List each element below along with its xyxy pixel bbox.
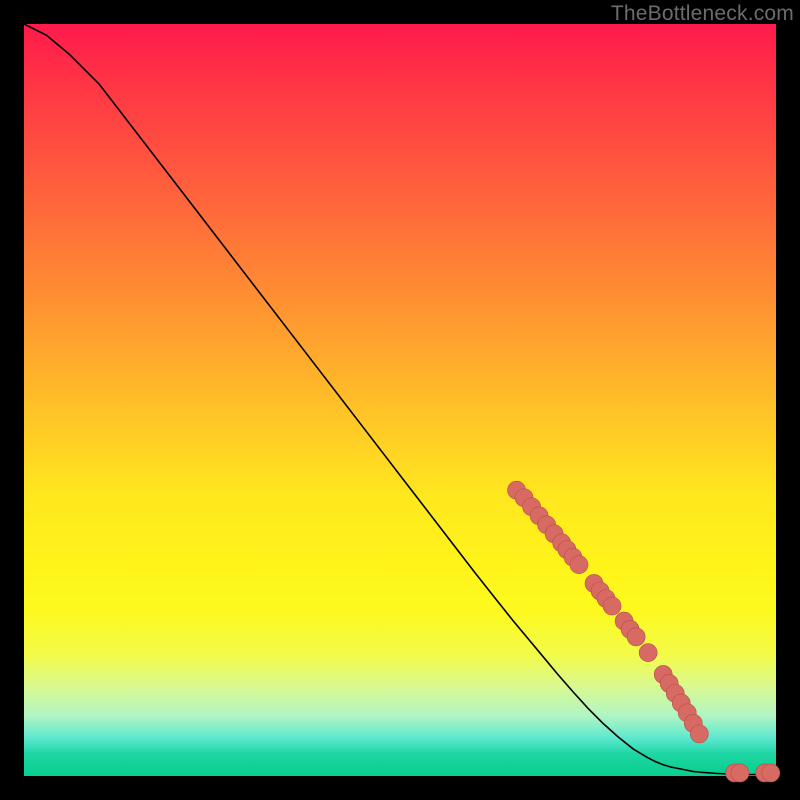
data-marker [690,725,708,743]
bottleneck-curve [24,24,776,775]
data-marker [639,644,657,662]
watermark-text: TheBottleneck.com [611,2,794,26]
data-marker [731,764,749,782]
data-marker [627,628,645,646]
data-marker [762,764,780,782]
marker-group [508,481,780,782]
curve-layer [24,24,776,776]
chart-frame: TheBottleneck.com [0,0,800,800]
data-marker [603,597,621,615]
plot-area [24,24,776,776]
data-marker [570,556,588,574]
